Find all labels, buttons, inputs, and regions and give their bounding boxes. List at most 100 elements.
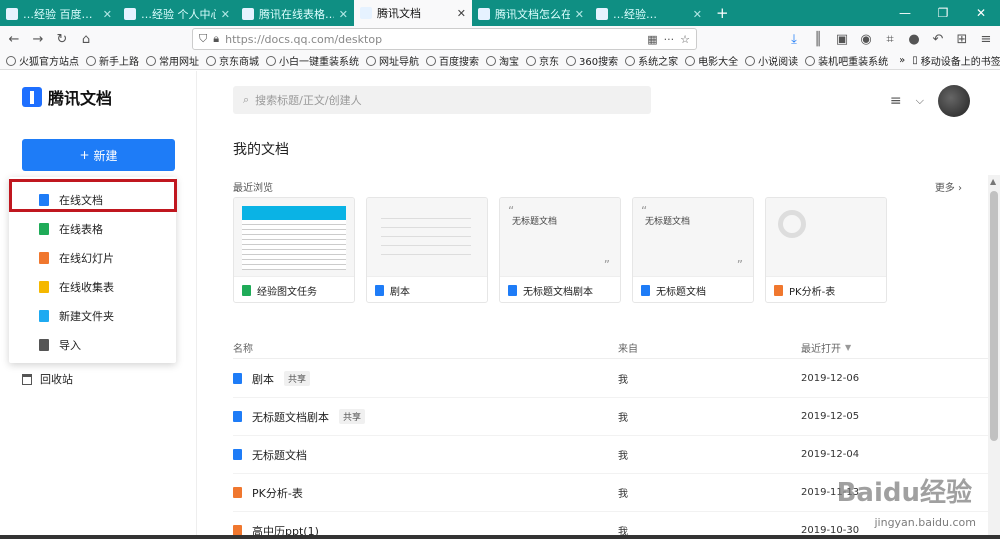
undo-icon[interactable]: ↶: [930, 31, 946, 47]
bookmark-icon: [266, 55, 276, 66]
bookmark-icon: [685, 55, 696, 66]
nav-bar: ← → ↻ ⌂ ⛉ 🔒︎ https://docs.qq.com/desktop…: [0, 26, 1000, 52]
download-icon[interactable]: ⤓: [786, 31, 802, 47]
bookmark-item[interactable]: 网址导航: [366, 53, 419, 68]
bookmark-item[interactable]: 京东商城: [206, 53, 259, 68]
new-menu-item[interactable]: 在线收集表: [9, 272, 176, 301]
bookmark-icon: [805, 55, 816, 66]
bookmark-item[interactable]: 电影大全: [685, 53, 738, 68]
tab-favicon-icon: [124, 8, 136, 20]
minimize-icon[interactable]: —: [886, 0, 924, 26]
url-text[interactable]: https://docs.qq.com/desktop: [225, 33, 641, 46]
sidebar-icon[interactable]: ▣: [834, 31, 850, 47]
browser-tab[interactable]: …经验… ✕: [590, 2, 708, 26]
more-icon[interactable]: ···: [664, 33, 675, 46]
bookmark-item[interactable]: 百度搜索: [426, 53, 479, 68]
new-menu-item[interactable]: 在线幻灯片: [9, 243, 176, 272]
menu-icon[interactable]: ≡: [978, 31, 994, 47]
avatar[interactable]: [938, 85, 970, 117]
doc-thumbnail: [381, 210, 471, 260]
watermark: Baidu经验 jingyan.baidu.com: [770, 440, 1000, 539]
browser-tab[interactable]: …经验 个人中心 ✕: [118, 2, 236, 26]
chat-icon[interactable]: ●: [906, 31, 922, 47]
bookmark-item[interactable]: 火狐官方站点: [6, 53, 79, 68]
bookmark-item[interactable]: 新手上路: [86, 53, 139, 68]
bookmark-item[interactable]: 淘宝: [486, 53, 519, 68]
forward-icon[interactable]: →: [30, 31, 46, 47]
bookmark-item[interactable]: 系统之家: [625, 53, 678, 68]
close-window-icon[interactable]: ✕: [962, 0, 1000, 26]
card-thumbnail: “ 无标题文档 ”: [500, 198, 620, 276]
trash-icon: [22, 373, 32, 385]
new-menu-item[interactable]: 在线文档: [9, 185, 176, 214]
table-row[interactable]: 无标题文档剧本 共享 我 2019-12-05: [233, 398, 988, 436]
maximize-icon[interactable]: ❐: [924, 0, 962, 26]
new-tab-button[interactable]: +: [708, 4, 737, 26]
scroll-up-icon[interactable]: ▲: [990, 177, 996, 186]
tab-close-icon[interactable]: ✕: [339, 8, 348, 21]
scrollbar-thumb[interactable]: [990, 191, 998, 441]
account-icon[interactable]: ◉: [858, 31, 874, 47]
new-menu-item[interactable]: 在线表格: [9, 214, 176, 243]
qr-icon[interactable]: ▦: [647, 33, 657, 46]
more-link[interactable]: 更多 ›: [935, 179, 962, 194]
new-menu-item[interactable]: 导入: [9, 330, 176, 359]
logo-icon: [22, 87, 42, 107]
recent-card[interactable]: “ 无标题文档 ” 无标题文档: [632, 197, 754, 303]
tab-close-icon[interactable]: ✕: [575, 8, 584, 21]
url-bar[interactable]: ⛉ 🔒︎ https://docs.qq.com/desktop ▦ ··· ☆: [192, 28, 697, 50]
bookmark-item[interactable]: 常用网址: [146, 53, 199, 68]
search-input[interactable]: ⌕ 搜索标题/正文/创建人: [233, 86, 651, 114]
back-icon[interactable]: ←: [6, 31, 22, 47]
row-from: 我: [618, 413, 628, 424]
tab-close-icon[interactable]: ✕: [221, 8, 230, 21]
tab-close-icon[interactable]: ✕: [457, 7, 466, 20]
browser-tab[interactable]: 腾讯文档 ✕: [354, 0, 472, 26]
tab-close-icon[interactable]: ✕: [693, 8, 702, 21]
row-date: 2019-12-06: [801, 373, 860, 384]
new-dropdown-menu: 在线文档 在线表格 在线幻灯片 在线收集表 新建文件夹 导入: [9, 177, 176, 363]
bookmark-item[interactable]: 京东: [526, 53, 559, 68]
new-menu-item[interactable]: 新建文件夹: [9, 301, 176, 330]
tab-close-icon[interactable]: ✕: [103, 8, 112, 21]
bookmarks-overflow-icon[interactable]: »: [899, 55, 905, 66]
bookmark-icon: [625, 55, 636, 66]
bookmark-star-icon[interactable]: ☆: [680, 33, 690, 46]
quote-close-icon: ”: [736, 258, 743, 272]
slide-file-icon: [233, 487, 242, 498]
taskbar: [0, 535, 1000, 539]
browser-tab[interactable]: …经验 百度… ✕: [0, 2, 118, 26]
crop-icon[interactable]: ⌗: [882, 31, 898, 47]
recycle-bin[interactable]: 回收站: [22, 371, 73, 387]
column-date[interactable]: 最近打开 ▼: [801, 340, 988, 355]
file-type-icon: [39, 280, 49, 293]
browser-tab[interactable]: 腾讯在线表格… ✕: [236, 2, 354, 26]
bookmark-item[interactable]: 装机吧重装系统: [805, 53, 888, 68]
doc-file-icon: [641, 285, 650, 296]
list-menu-icon[interactable]: ≡: [890, 93, 902, 109]
new-button-label: 新建: [93, 148, 118, 163]
library-icon[interactable]: ║: [810, 31, 826, 47]
chart-thumbnail-icon: [778, 210, 806, 238]
table-row[interactable]: 剧本 共享 我 2019-12-06: [233, 360, 988, 398]
bookmark-item[interactable]: 360搜索: [566, 53, 618, 68]
recent-card[interactable]: “ 无标题文档 ” 无标题文档剧本: [499, 197, 621, 303]
watermark-brand: Baidu经验: [836, 478, 972, 508]
notification-icon[interactable]: ⌵: [916, 94, 924, 108]
bookmark-item[interactable]: 小说阅读: [745, 53, 798, 68]
recent-card[interactable]: 剧本: [366, 197, 488, 303]
recent-card[interactable]: 经验图文任务: [233, 197, 355, 303]
extensions-icon[interactable]: ⊞: [954, 31, 970, 47]
doc-file-icon: [233, 373, 242, 384]
browser-tab[interactable]: 腾讯文档怎么在… ✕: [472, 2, 590, 26]
row-date: 2019-12-05: [801, 411, 860, 422]
new-button[interactable]: + 新建: [22, 139, 175, 171]
bookmark-item[interactable]: 小白一键重装系统: [266, 53, 359, 68]
app-logo[interactable]: 腾讯文档: [22, 85, 112, 109]
card-thumbnail: [766, 198, 886, 276]
recent-card[interactable]: PK分析-表: [765, 197, 887, 303]
mobile-bookmarks[interactable]: ▯ 移动设备上的书签: [912, 53, 1000, 68]
bookmarks-bar: 火狐官方站点 新手上路 常用网址 京东商城 小白一键重装系统 网址导航 百度搜索 淘宝 京东 36…: [0, 52, 1000, 70]
home-icon[interactable]: ⌂: [78, 31, 94, 47]
reload-icon[interactable]: ↻: [54, 31, 70, 47]
